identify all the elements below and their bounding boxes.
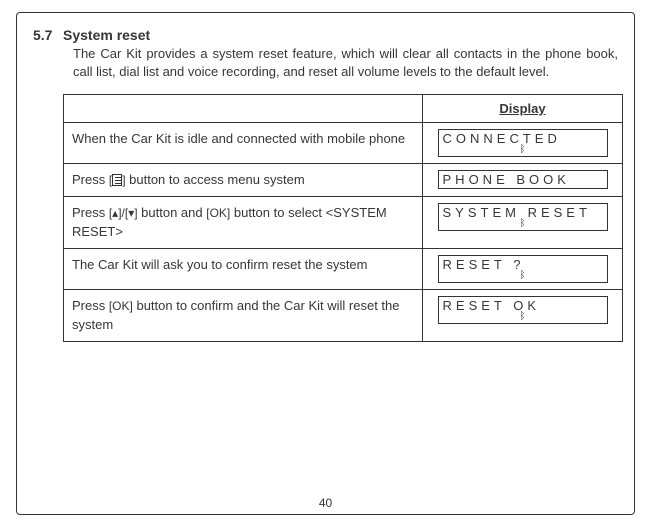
step-text-segment: Press xyxy=(72,298,109,313)
step-text-segment: button to access menu system xyxy=(126,172,305,187)
display-header: Display xyxy=(423,95,623,123)
section-title: System reset xyxy=(63,27,150,43)
key-up-down: [▴]/[▾] xyxy=(109,204,138,222)
step-text: Press [▴]/[▾] button and [OK] button to … xyxy=(64,196,423,248)
step-text: When the Car Kit is idle and connected w… xyxy=(64,123,423,164)
key-ok: [OK] xyxy=(109,297,133,315)
table-row: Press [OK] button to confirm and the Car… xyxy=(64,289,623,341)
section-number: 5.7 xyxy=(33,27,63,43)
bluetooth-icon: ᛒ xyxy=(443,312,603,322)
header-empty xyxy=(64,95,423,123)
table-row: When the Car Kit is idle and connected w… xyxy=(64,123,623,164)
lcd-line1: PHONE BOOK xyxy=(443,172,603,187)
page-number: 40 xyxy=(17,496,634,510)
lcd: CONNECTED ᛒ xyxy=(438,129,608,157)
lcd: RESET OK ᛒ xyxy=(438,296,608,324)
step-text-segment: When the Car Kit is idle and connected w… xyxy=(72,131,405,146)
display-cell: RESET ? ᛒ xyxy=(423,248,623,289)
key-ok: [OK] xyxy=(206,204,230,222)
step-text: The Car Kit will ask you to confirm rese… xyxy=(64,248,423,289)
page-frame: 5.7 System reset The Car Kit provides a … xyxy=(16,12,635,515)
section-body: The Car Kit provides a system reset feat… xyxy=(73,45,618,80)
bluetooth-icon: ᛒ xyxy=(443,145,603,155)
menu-icon xyxy=(112,174,122,186)
step-text: Press [OK] button to confirm and the Car… xyxy=(64,289,423,341)
display-cell: PHONE BOOK xyxy=(423,164,623,197)
lcd: PHONE BOOK xyxy=(438,170,608,189)
step-text-segment: The Car Kit will ask you to confirm rese… xyxy=(72,257,367,272)
section-heading: 5.7 System reset xyxy=(33,27,618,43)
step-text-segment: Press xyxy=(72,205,109,220)
steps-table: Display When the Car Kit is idle and con… xyxy=(63,94,623,342)
bluetooth-icon: ᛒ xyxy=(443,219,603,229)
display-cell: RESET OK ᛒ xyxy=(423,289,623,341)
table-row: The Car Kit will ask you to confirm rese… xyxy=(64,248,623,289)
step-text-segment: Press xyxy=(72,172,109,187)
table-row: Press [▴]/[▾] button and [OK] button to … xyxy=(64,196,623,248)
table-row: Press [] button to access menu system PH… xyxy=(64,164,623,197)
lcd: RESET ? ᛒ xyxy=(438,255,608,283)
table-header-row: Display xyxy=(64,95,623,123)
display-cell: SYSTEM RESET ᛒ xyxy=(423,196,623,248)
display-cell: CONNECTED ᛒ xyxy=(423,123,623,164)
lcd: SYSTEM RESET ᛒ xyxy=(438,203,608,231)
step-text-segment: button and xyxy=(138,205,207,220)
step-text: Press [] button to access menu system xyxy=(64,164,423,197)
bluetooth-icon: ᛒ xyxy=(443,271,603,281)
